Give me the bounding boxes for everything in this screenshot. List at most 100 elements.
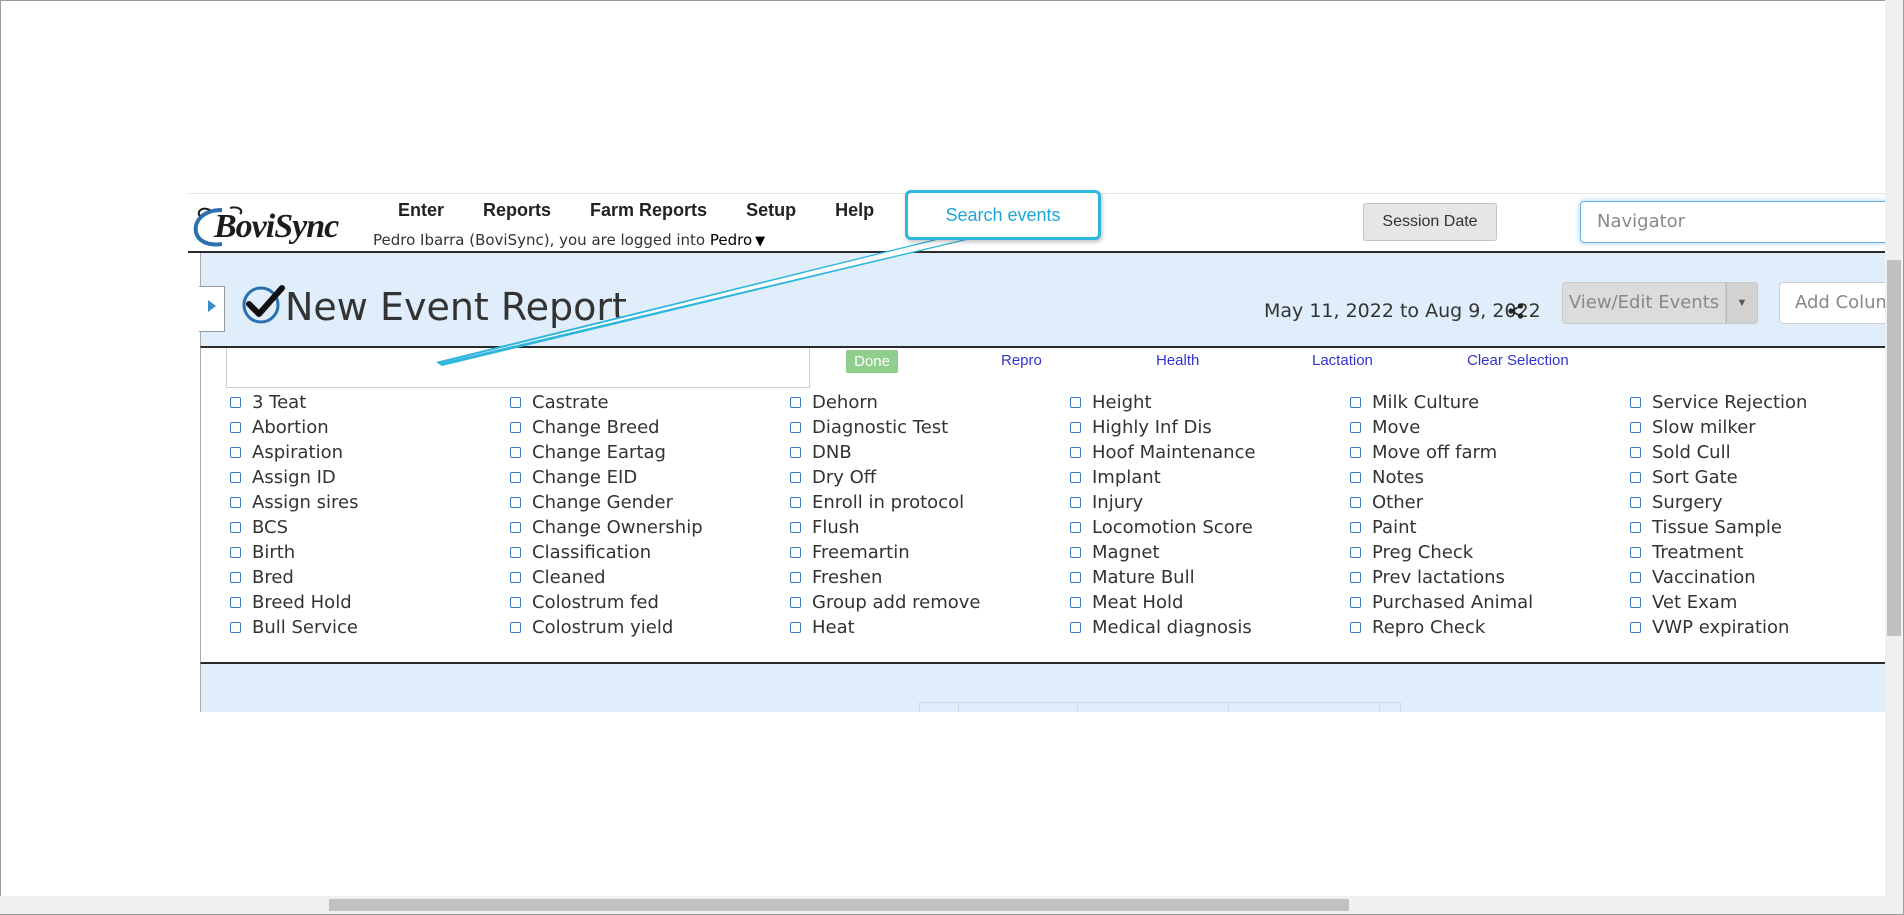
horizontal-scrollbar[interactable] — [0, 896, 1885, 914]
date-range[interactable]: May 11, 2022 to Aug 9, 2022 — [1264, 300, 1541, 322]
event-checkbox[interactable] — [1630, 397, 1641, 408]
event-option[interactable]: Service Rejection — [1630, 390, 1886, 415]
event-option[interactable]: Tissue Sample — [1630, 515, 1886, 540]
event-checkbox[interactable] — [1070, 422, 1081, 433]
vertical-scrollbar[interactable] — [1885, 0, 1903, 896]
quick-link-lactation[interactable]: Lactation — [1312, 352, 1373, 369]
event-checkbox[interactable] — [510, 497, 521, 508]
event-checkbox[interactable] — [1350, 547, 1361, 558]
event-checkbox[interactable] — [1630, 422, 1641, 433]
event-checkbox[interactable] — [1070, 522, 1081, 533]
event-option[interactable]: Flush — [790, 515, 1070, 540]
event-checkbox[interactable] — [1630, 447, 1641, 458]
event-option[interactable]: Bull Service — [230, 615, 510, 640]
event-option[interactable]: Colostrum yield — [510, 615, 790, 640]
event-checkbox[interactable] — [790, 472, 801, 483]
event-option[interactable]: Paint — [1350, 515, 1630, 540]
event-checkbox[interactable] — [790, 522, 801, 533]
event-option[interactable]: Enroll in protocol — [790, 490, 1070, 515]
bovisync-logo[interactable]: BoviSync — [192, 200, 364, 248]
event-option[interactable]: Vet Exam — [1630, 590, 1886, 615]
event-checkbox[interactable] — [1070, 547, 1081, 558]
quick-link-clear-selection[interactable]: Clear Selection — [1467, 352, 1569, 369]
event-option[interactable]: Prev lactations — [1350, 565, 1630, 590]
event-checkbox[interactable] — [510, 547, 521, 558]
event-checkbox[interactable] — [790, 422, 801, 433]
event-option[interactable]: Locomotion Score — [1070, 515, 1350, 540]
farm-selector[interactable]: Pedro ▼ — [710, 231, 765, 249]
event-checkbox[interactable] — [1350, 597, 1361, 608]
event-checkbox[interactable] — [790, 572, 801, 583]
event-checkbox[interactable] — [790, 547, 801, 558]
event-checkbox[interactable] — [1350, 472, 1361, 483]
event-checkbox[interactable] — [1350, 572, 1361, 583]
event-checkbox[interactable] — [790, 497, 801, 508]
view-edit-dropdown[interactable]: ▼ — [1726, 282, 1758, 324]
event-option[interactable]: Repro Check — [1350, 615, 1630, 640]
event-option[interactable]: Preg Check — [1350, 540, 1630, 565]
add-column-input[interactable]: Add Column — [1779, 282, 1886, 324]
event-checkbox[interactable] — [1350, 622, 1361, 633]
event-checkbox[interactable] — [1350, 422, 1361, 433]
share-icon[interactable] — [1508, 303, 1524, 319]
event-option[interactable]: 3 Teat — [230, 390, 510, 415]
event-checkbox[interactable] — [230, 597, 241, 608]
event-option[interactable]: Notes — [1350, 465, 1630, 490]
event-option[interactable]: Change EID — [510, 465, 790, 490]
event-option[interactable]: Group add remove — [790, 590, 1070, 615]
menu-setup[interactable]: Setup — [746, 200, 796, 221]
event-checkbox[interactable] — [230, 447, 241, 458]
session-date-button[interactable]: Session Date — [1363, 203, 1497, 241]
event-option[interactable]: Highly Inf Dis — [1070, 415, 1350, 440]
event-option[interactable]: Change Ownership — [510, 515, 790, 540]
event-checkbox[interactable] — [1070, 622, 1081, 633]
event-checkbox[interactable] — [510, 472, 521, 483]
event-option[interactable]: Classification — [510, 540, 790, 565]
event-option[interactable]: Change Gender — [510, 490, 790, 515]
view-edit-events-button[interactable]: View/Edit Events — [1562, 282, 1726, 324]
event-option[interactable]: Move off farm — [1350, 440, 1630, 465]
event-checkbox[interactable] — [230, 472, 241, 483]
event-checkbox[interactable] — [230, 622, 241, 633]
menu-help[interactable]: Help — [835, 200, 874, 221]
event-option[interactable]: Assign ID — [230, 465, 510, 490]
menu-enter[interactable]: Enter — [398, 200, 444, 221]
event-option[interactable]: Bred — [230, 565, 510, 590]
event-checkbox[interactable] — [230, 572, 241, 583]
event-search-input[interactable] — [226, 348, 810, 388]
event-option[interactable]: Castrate — [510, 390, 790, 415]
event-option[interactable]: Assign sires — [230, 490, 510, 515]
event-checkbox[interactable] — [230, 547, 241, 558]
event-checkbox[interactable] — [1630, 522, 1641, 533]
event-option[interactable]: DNB — [790, 440, 1070, 465]
event-option[interactable]: Implant — [1070, 465, 1350, 490]
event-option[interactable]: Surgery — [1630, 490, 1886, 515]
quick-link-repro[interactable]: Repro — [1001, 352, 1042, 369]
event-checkbox[interactable] — [1070, 397, 1081, 408]
event-option[interactable]: Heat — [790, 615, 1070, 640]
event-checkbox[interactable] — [1350, 522, 1361, 533]
horizontal-scroll-thumb[interactable] — [329, 899, 1349, 911]
event-option[interactable]: Move — [1350, 415, 1630, 440]
event-option[interactable]: Cleaned — [510, 565, 790, 590]
event-checkbox[interactable] — [510, 522, 521, 533]
event-checkbox[interactable] — [230, 397, 241, 408]
event-option[interactable]: Colostrum fed — [510, 590, 790, 615]
event-option[interactable]: BCS — [230, 515, 510, 540]
event-option[interactable]: Injury — [1070, 490, 1350, 515]
event-checkbox[interactable] — [510, 622, 521, 633]
navigator-input[interactable]: Navigator — [1580, 201, 1886, 243]
event-checkbox[interactable] — [1630, 547, 1641, 558]
event-option[interactable]: Vaccination — [1630, 565, 1886, 590]
event-checkbox[interactable] — [790, 447, 801, 458]
event-option[interactable]: Medical diagnosis — [1070, 615, 1350, 640]
event-option[interactable]: Dry Off — [790, 465, 1070, 490]
event-checkbox[interactable] — [790, 622, 801, 633]
event-checkbox[interactable] — [1070, 472, 1081, 483]
event-option[interactable]: Purchased Animal — [1350, 590, 1630, 615]
event-option[interactable]: Magnet — [1070, 540, 1350, 565]
event-option[interactable]: Milk Culture — [1350, 390, 1630, 415]
event-option[interactable]: Height — [1070, 390, 1350, 415]
event-checkbox[interactable] — [1070, 597, 1081, 608]
event-option[interactable]: Mature Bull — [1070, 565, 1350, 590]
